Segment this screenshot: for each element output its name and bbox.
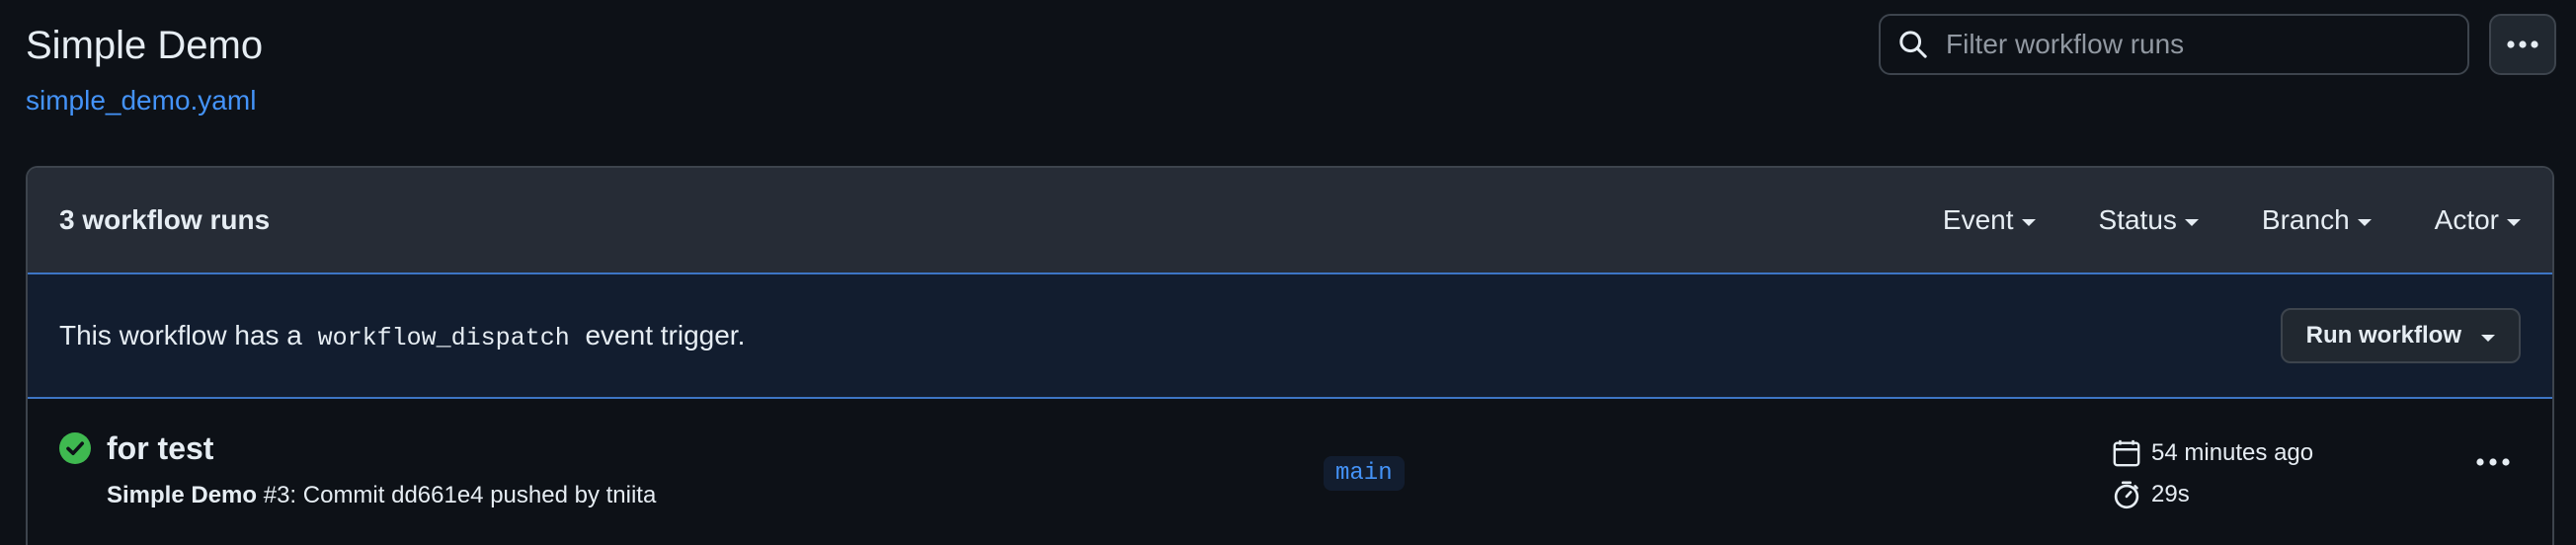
page-title: Simple Demo [26,24,264,67]
calendar-icon [2113,439,2140,467]
run-description: Simple Demo #3: Commit dd661e4 pushed by… [107,482,656,509]
runs-box-header: 3 workflow runs Event Status Branch Acto… [28,168,2552,274]
table-row[interactable]: for test Simple Demo #3: Commit dd661e4 … [28,399,2552,545]
caret-down-icon [2357,218,2372,226]
check-circle-fill-icon [59,432,91,464]
filter-label: Actor [2434,204,2499,235]
run-count: 3 workflow runs [59,204,271,235]
duration: 29s [2151,481,2190,507]
workflow-file-link[interactable]: simple_demo.yaml [26,83,263,118]
run-title-link[interactable]: for test [107,430,213,467]
run-duration: 29s [2112,480,2190,509]
time-ago: 54 minutes ago [2151,439,2314,466]
search-icon [1899,31,1927,58]
more-options-button[interactable] [2489,14,2556,75]
kebab-horizontal-icon[interactable] [2475,456,2511,468]
filter-label: Branch [2261,204,2350,235]
caret-down-icon [2507,218,2521,226]
caret-down-icon [2021,218,2036,226]
run-workflow-label: Run workflow [2305,322,2461,349]
kebab-horizontal-icon [2507,40,2538,48]
filter-label: Status [2098,204,2177,235]
workflow-header: Simple Demo simple_demo.yaml [26,18,263,118]
branch-label[interactable]: main [1324,456,1405,491]
filter-status[interactable]: Status [2099,204,2199,236]
run-commit-info: : Commit dd661e4 pushed by tniita [289,482,657,508]
dispatch-code: workflow_dispatch [317,323,570,352]
workflow-runs-box: 3 workflow runs Event Status Branch Acto… [26,166,2554,545]
run-number: #3 [263,482,290,508]
filter-branch[interactable]: Branch [2262,204,2372,236]
caret-down-icon [2184,218,2199,226]
search-input[interactable] [1944,28,2442,61]
caret-down-icon [2481,334,2495,342]
dispatch-message: This workflow has a workflow_dispatch ev… [59,320,2281,352]
workflow-name: Simple Demo [107,482,258,508]
filter-event[interactable]: Event [1943,204,2036,236]
stopwatch-icon [2114,481,2139,509]
dispatch-text-after: event trigger. [585,319,746,350]
filter-actor[interactable]: Actor [2435,204,2521,236]
run-time: 54 minutes ago [2112,438,2313,468]
dispatch-text-before: This workflow has a [59,319,302,350]
dispatch-banner: This workflow has a workflow_dispatch ev… [28,274,2552,399]
run-workflow-button[interactable]: Run workflow [2280,308,2521,363]
filter-runs-search[interactable] [1879,14,2469,75]
filter-label: Event [1942,204,2014,235]
workflow-page: Simple Demo simple_demo.yaml 3 workflow … [0,0,2576,545]
